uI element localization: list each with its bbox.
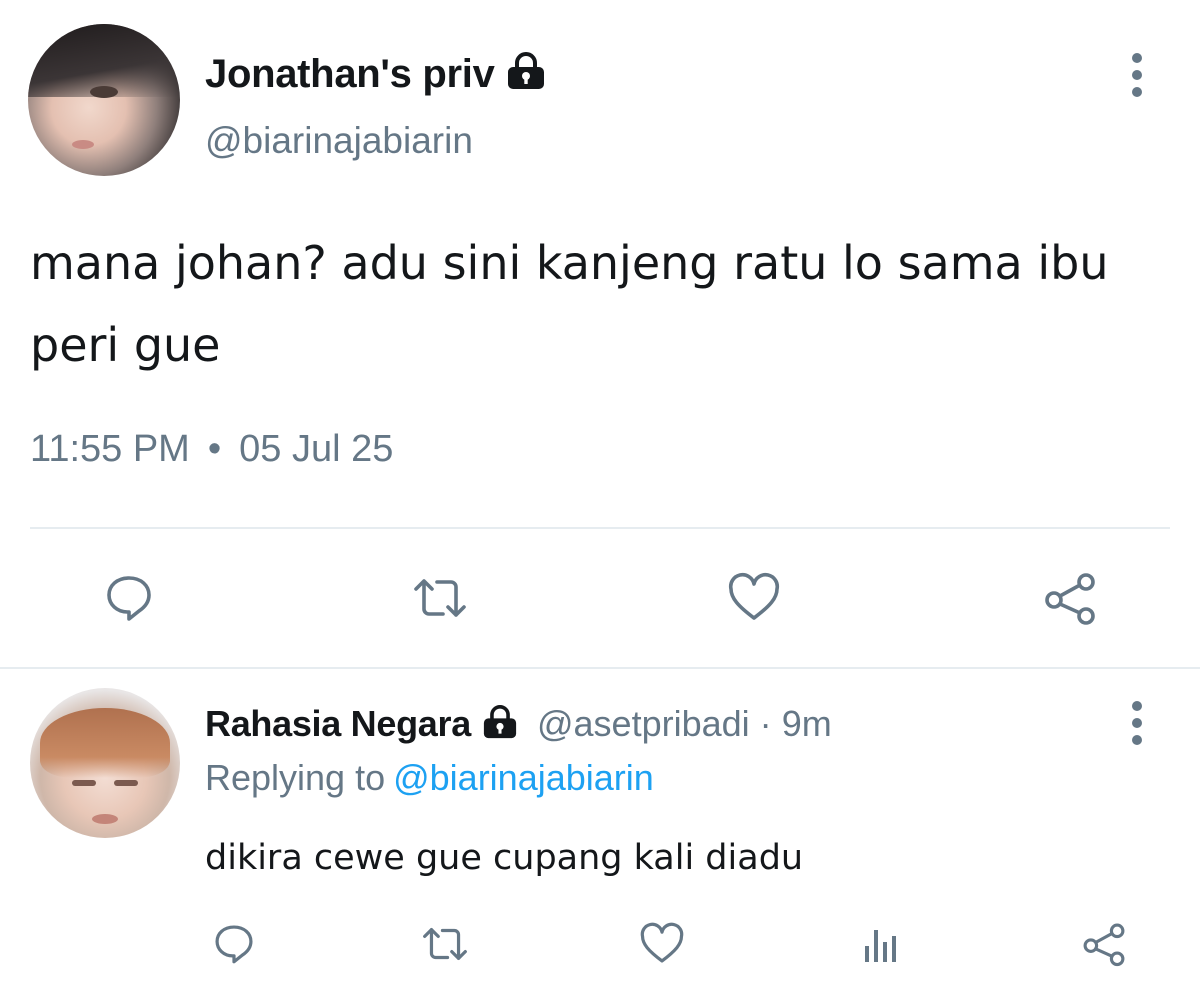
reply-button[interactable] [97,568,161,632]
reply-button[interactable] [202,914,266,978]
retweet-icon [419,922,471,971]
avatar-eye [72,780,96,786]
lock-icon [481,705,519,748]
avatar-mouth [92,814,118,824]
reply-icon [103,572,155,629]
retweet-icon [410,572,470,629]
replying-prefix: Replying to [205,757,386,798]
avatar[interactable] [28,24,180,176]
more-vertical-icon[interactable] [1122,698,1152,748]
lock-icon [505,52,547,100]
reply-time: 9m [781,703,832,744]
reply-icon [212,922,256,971]
retweet-button[interactable] [413,914,477,978]
meta-separator: • [207,428,222,470]
analytics-icon [861,922,901,971]
reply-avatar[interactable] [30,688,180,838]
like-button[interactable] [630,914,694,978]
display-name-text: Jonathan's priv [205,52,495,96]
share-button[interactable] [1038,568,1102,632]
tweet-separator [0,667,1200,669]
reply-header: Rahasia Negara @asetpribadi · 9m [205,703,832,748]
tweet-time: 11:55 PM [30,428,190,470]
like-button[interactable] [722,568,786,632]
share-icon [1081,921,1127,972]
reply-handle[interactable]: @asetpribadi [537,703,750,744]
replying-to: Replying to @biarinajabiarin [205,757,654,799]
tweet-date: 05 Jul 25 [239,428,394,470]
divider [30,527,1170,529]
reply-text: dikira cewe gue cupang kali diadu [205,838,804,878]
more-vertical-icon[interactable] [1122,50,1152,100]
tweet-timestamp: 11:55 PM • 05 Jul 25 [30,428,393,471]
reply-display-name[interactable]: Rahasia Negara [205,703,471,744]
tweet-actions [0,568,1200,632]
handle[interactable]: @biarinajabiarin [205,120,473,162]
analytics-button[interactable] [849,914,913,978]
avatar-eye [90,86,118,98]
share-button[interactable] [1072,914,1136,978]
like-icon [638,922,686,971]
reply-actions [0,914,1200,974]
display-name[interactable]: Jonathan's priv [205,52,547,100]
avatar-hair [40,708,170,778]
reply-separator: · [759,703,772,744]
avatar-eye [114,780,138,786]
tweet-text: mana johan? adu sini kanjeng ratu lo sam… [30,236,1109,372]
main-tweet: Jonathan's priv @biarinajabiarin mana jo… [0,0,1200,668]
share-icon [1042,570,1098,631]
retweet-button[interactable] [408,568,472,632]
like-icon [726,572,782,629]
avatar-lip [72,140,94,149]
replying-mention[interactable]: @biarinajabiarin [393,757,654,798]
